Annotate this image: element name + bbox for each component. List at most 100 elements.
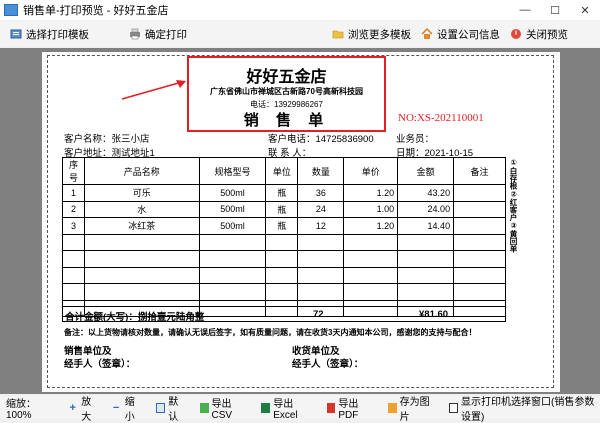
items-table: 序号 产品名称 规格型号 单位 数量 单价 金额 备注 1 可乐 500ml 瓶… xyxy=(62,157,506,317)
minimize-button[interactable]: — xyxy=(510,0,540,20)
column-header: 单价 xyxy=(343,157,399,185)
confirm-print-button[interactable]: 确定打印 xyxy=(129,27,187,42)
close-preview-label: 关闭预览 xyxy=(526,28,568,41)
zoom-level: 缩放：100% xyxy=(6,398,36,421)
window-title: 销售单-打印预览 - 好好五金店 xyxy=(23,5,169,17)
csv-icon xyxy=(199,402,209,413)
cell-index: 3 xyxy=(62,217,85,235)
table-row-empty xyxy=(62,233,506,251)
title-bar: 销售单-打印预览 - 好好五金店 — ☐ ✕ xyxy=(0,0,600,20)
pdf-icon xyxy=(326,402,336,413)
column-header: 单位 xyxy=(265,157,299,185)
image-icon xyxy=(387,402,397,413)
confirm-print-label: 确定打印 xyxy=(145,28,187,41)
red-arrow-annotation xyxy=(121,80,186,100)
table-row: 2 水 500ml 瓶 24 1.00 24.00 xyxy=(62,200,506,218)
plus-icon: + xyxy=(69,401,76,414)
app-icon xyxy=(4,4,18,16)
cell-remark xyxy=(453,217,506,235)
export-excel-button[interactable]: 导出Excel xyxy=(261,395,312,421)
cell-amount: 43.20 xyxy=(397,184,455,202)
save-image-label: 存为图片 xyxy=(399,396,430,423)
cell-spec: 500ml xyxy=(198,184,267,202)
reset-icon xyxy=(156,402,166,413)
window-controls: — ☐ ✕ xyxy=(510,0,600,20)
folder-icon xyxy=(332,30,344,39)
zoom-in-button[interactable]: + 放大 xyxy=(70,393,99,423)
minus-icon: − xyxy=(112,401,120,414)
template-icon xyxy=(10,29,22,39)
cell-amount: 24.00 xyxy=(397,200,455,218)
shop-name: 好好五金店 xyxy=(246,67,327,86)
table-row: 3 冰红茶 500ml 瓶 12 1.20 14.40 xyxy=(62,217,506,235)
zoom-out-button[interactable]: − 缩小 xyxy=(113,393,142,423)
close-button[interactable]: ✕ xyxy=(570,0,600,20)
export-excel-label: 导出Excel xyxy=(273,398,298,421)
status-bar: 缩放：100% + 放大 − 缩小 默认 导出CSV 导出Excel 导出PDF… xyxy=(0,395,600,423)
home-icon xyxy=(421,28,433,39)
power-icon xyxy=(511,29,521,39)
column-header: 金额 xyxy=(397,157,455,185)
show-printer-label: 显示打印机选择窗口(销售参数设置) xyxy=(461,396,595,423)
table-row-empty xyxy=(62,266,506,284)
seller-sign-label: 经手人（签章）： xyxy=(64,359,136,370)
remark-note: 备注：以上货物请核对数量，请确认无误后签字，如有质量问题，请在收货3天内通知本公… xyxy=(64,328,477,337)
column-header: 数量 xyxy=(297,157,345,185)
default-zoom-button[interactable]: 默认 xyxy=(156,393,185,423)
seller-unit-label: 销售单位及 xyxy=(64,346,112,357)
total-amount-words: 合计金额(大写)：捌拾壹元陆角整 xyxy=(65,312,205,323)
cell-remark xyxy=(453,184,506,202)
cell-price: 1.20 xyxy=(343,184,399,202)
cell-product: 水 xyxy=(83,200,200,218)
browse-templates-button[interactable]: 浏览更多模板 xyxy=(332,27,411,42)
company-info-label: 设置公司信息 xyxy=(437,28,500,41)
document-number: NO:XS-202110001 xyxy=(398,112,484,124)
total-amount: ¥81.60 xyxy=(419,309,449,320)
zoom-in-label: 放大 xyxy=(81,396,92,423)
customer-name: 客户名称：张三小店 xyxy=(64,134,150,145)
buyer-signature: 收货单位及 经手人（签章）： xyxy=(292,345,363,371)
maximize-button[interactable]: ☐ xyxy=(540,0,570,20)
buyer-unit-label: 收货单位及 xyxy=(292,346,340,357)
cell-unit: 瓶 xyxy=(265,184,299,202)
toolbar: 选择打印模板 确定打印 浏览更多模板 设置公司信息 关闭预览 xyxy=(0,21,600,47)
cell-amount: 14.40 xyxy=(397,217,455,235)
export-csv-button[interactable]: 导出CSV xyxy=(199,395,248,421)
cell-spec: 500ml xyxy=(198,200,267,218)
salesperson: 业务员： xyxy=(396,134,435,145)
select-template-button[interactable]: 选择打印模板 xyxy=(10,27,89,42)
total-row: 合计金额(大写)：捌拾壹元陆角整 72 ¥81.60 xyxy=(62,306,506,323)
cell-index: 1 xyxy=(62,184,85,202)
excel-icon xyxy=(261,402,271,413)
export-csv-label: 导出CSV xyxy=(211,398,233,421)
table-row-empty xyxy=(62,283,506,301)
cell-qty: 36 xyxy=(297,184,345,202)
cell-product: 冰红茶 xyxy=(83,217,200,235)
printer-icon xyxy=(130,28,140,40)
customer-phone: 客户电话：14725836900 xyxy=(268,134,374,145)
default-zoom-label: 默认 xyxy=(168,396,179,423)
export-pdf-button[interactable]: 导出PDF xyxy=(326,395,374,421)
column-header: 产品名称 xyxy=(83,157,200,185)
save-image-button[interactable]: 存为图片 xyxy=(387,393,435,423)
cell-remark xyxy=(453,200,506,218)
buyer-sign-label: 经手人（签章）： xyxy=(292,359,364,370)
cell-price: 1.00 xyxy=(343,200,399,218)
cell-spec: 500ml xyxy=(198,217,267,235)
cell-unit: 瓶 xyxy=(265,217,299,235)
document-title: 销 售 单 xyxy=(243,111,330,129)
column-header: 备注 xyxy=(453,157,506,185)
show-printer-toggle[interactable]: 显示打印机选择窗口(销售参数设置) xyxy=(448,393,600,423)
column-header: 序号 xyxy=(62,157,85,185)
company-info-button[interactable]: 设置公司信息 xyxy=(421,27,500,42)
cell-product: 可乐 xyxy=(83,184,200,202)
cell-qty: 12 xyxy=(297,217,345,235)
browse-templates-label: 浏览更多模板 xyxy=(348,28,411,41)
table-header-row: 序号 产品名称 规格型号 单位 数量 单价 金额 备注 xyxy=(62,157,506,185)
table-row: 1 可乐 500ml 瓶 36 1.20 43.20 xyxy=(62,184,506,202)
shop-address: 广东省佛山市禅城区古新路70号高新科技园 xyxy=(210,87,363,96)
close-preview-button[interactable]: 关闭预览 xyxy=(510,27,568,42)
show-printer-checkbox[interactable] xyxy=(448,402,459,413)
cell-index: 2 xyxy=(62,200,85,218)
zoom-out-label: 缩小 xyxy=(124,396,135,423)
